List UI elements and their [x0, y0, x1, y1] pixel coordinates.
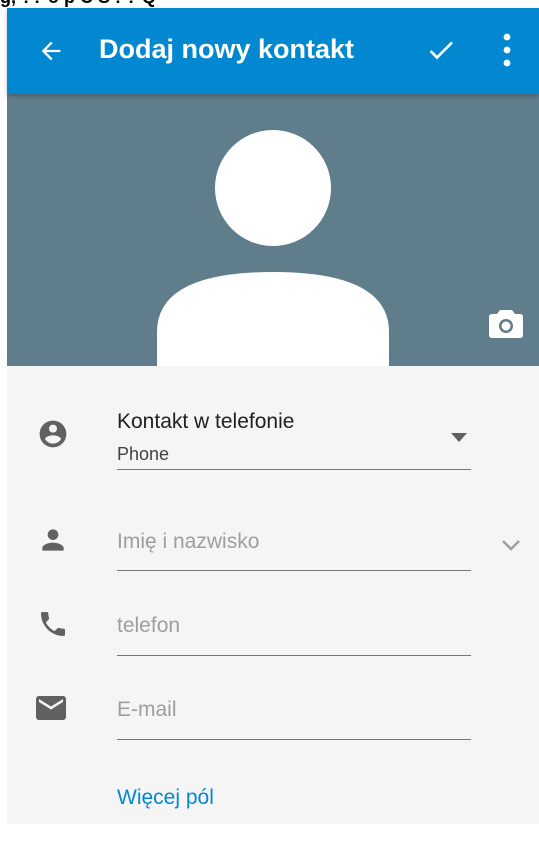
account-underline	[117, 469, 471, 470]
phone-underline	[117, 655, 471, 656]
app-bar: Dodaj nowy kontakt	[7, 8, 539, 94]
phone-field[interactable]: telefon	[117, 614, 471, 650]
person-icon	[42, 529, 64, 551]
status-bar: g, ?? o p C S ! ? Q	[0, 0, 539, 8]
email-underline	[117, 739, 471, 740]
page-title: Dodaj nowy kontakt	[99, 34, 355, 64]
name-underline	[117, 570, 471, 571]
check-icon[interactable]	[425, 34, 457, 66]
account-type-subtitle: Phone	[117, 444, 170, 464]
camera-icon[interactable]	[489, 308, 523, 338]
contact-form: Kontakt w telefonie Phone Imię i nazwisk…	[7, 366, 539, 824]
avatar-placeholder-icon	[157, 130, 389, 366]
email-field[interactable]: E-mail	[117, 698, 471, 734]
more-vert-icon[interactable]	[497, 30, 517, 70]
dropdown-arrow-icon[interactable]	[451, 433, 467, 443]
email-icon	[36, 696, 66, 720]
more-fields-link[interactable]: Więcej pól	[117, 786, 214, 810]
phone-icon	[41, 612, 65, 636]
account-circle-icon	[39, 420, 67, 448]
chevron-down-icon[interactable]	[501, 538, 521, 552]
account-type-title[interactable]: Kontakt w telefonie	[117, 410, 294, 434]
arrow-back-icon[interactable]	[37, 37, 65, 65]
contact-photo[interactable]	[7, 94, 539, 366]
status-bar-text: g, ?? o p C S ! ? Q	[0, 0, 156, 8]
name-field[interactable]: Imię i nazwisko	[117, 530, 471, 566]
